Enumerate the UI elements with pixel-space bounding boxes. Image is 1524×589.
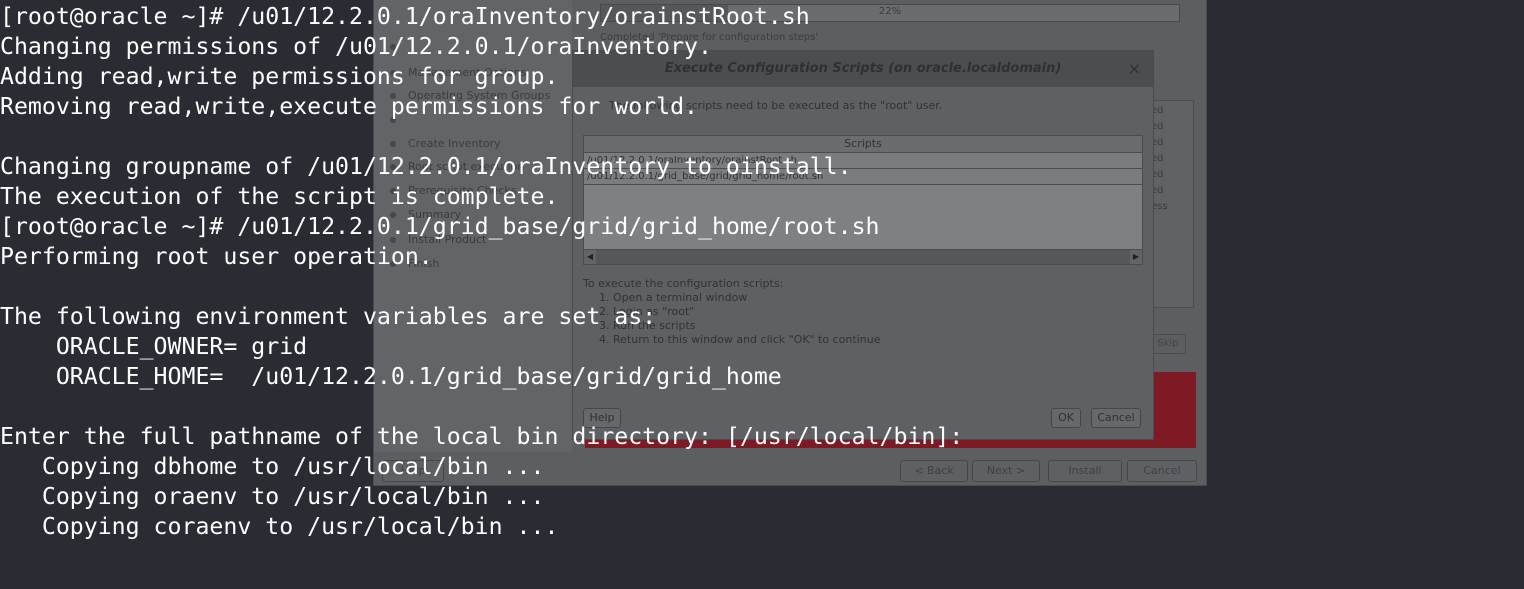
terminal-line: Changing permissions of /u01/12.2.0.1/or…	[0, 33, 712, 60]
next-button[interactable]: Next >	[972, 460, 1040, 482]
terminal-line: Copying dbhome to /usr/local/bin ...	[0, 453, 545, 480]
close-icon[interactable]: ×	[1128, 59, 1141, 78]
terminal-line: Removing read,write,execute permissions …	[0, 93, 699, 120]
terminal-line: Copying oraenv to /usr/local/bin ...	[0, 483, 545, 510]
terminal-line: Changing groupname of /u01/12.2.0.1/oraI…	[0, 153, 852, 180]
terminal-line: [root@oracle ~]# /u01/12.2.0.1/grid_base…	[0, 213, 880, 240]
terminal-line: Copying coraenv to /usr/local/bin ...	[0, 513, 559, 540]
install-button[interactable]: Install	[1048, 460, 1122, 482]
skip-button[interactable]: Skip	[1150, 334, 1186, 354]
terminal-line: Adding read,write permissions for group.	[0, 63, 559, 90]
terminal-output: [root@oracle ~]# /u01/12.2.0.1/oraInvent…	[0, 2, 963, 542]
installer-cancel-button[interactable]: Cancel	[1127, 460, 1197, 482]
ok-button[interactable]: OK	[1051, 408, 1081, 428]
terminal-line: The execution of the script is complete.	[0, 183, 559, 210]
terminal-line: The following environment variables are …	[0, 303, 657, 330]
terminal-line: [root@oracle ~]# /u01/12.2.0.1/oraInvent…	[0, 3, 810, 30]
terminal-line: Performing root user operation.	[0, 243, 433, 270]
terminal-line: Enter the full pathname of the local bin…	[0, 423, 964, 450]
terminal-line: ORACLE_OWNER= grid	[0, 333, 308, 360]
terminal-line: ORACLE_HOME= /u01/12.2.0.1/grid_base/gri…	[0, 363, 782, 390]
scroll-right-icon[interactable]: ▶	[1130, 250, 1142, 264]
dialog-cancel-button[interactable]: Cancel	[1091, 408, 1141, 428]
